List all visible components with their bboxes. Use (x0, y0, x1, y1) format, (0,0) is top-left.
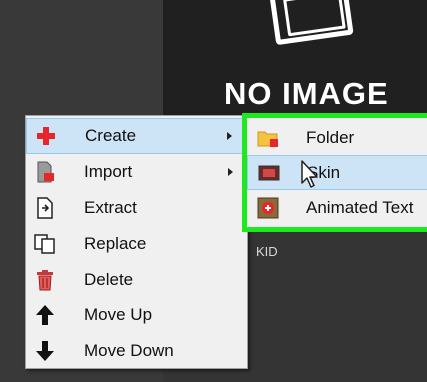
submenu-item-label: Animated Text (306, 197, 414, 217)
submenu-item-animated-text[interactable]: Animated Text (247, 190, 427, 225)
import-icon (33, 160, 57, 184)
animated-text-icon (256, 196, 280, 220)
arrow-up-icon (33, 303, 57, 327)
folder-icon (256, 126, 280, 150)
skin-icon (257, 161, 281, 185)
submenu-arrow-icon (227, 131, 232, 140)
context-menu: Create Import Extract Replace Delete Mov… (25, 115, 248, 369)
menu-item-label: Replace (84, 233, 147, 253)
menu-item-extract[interactable]: Extract (26, 190, 247, 226)
menu-item-label: Import (84, 161, 133, 181)
menu-item-label: Create (85, 125, 137, 145)
menu-item-label: Move Up (84, 305, 153, 325)
plus-icon (34, 124, 58, 148)
menu-item-delete[interactable]: Delete (26, 262, 247, 298)
menu-item-label: Extract (84, 197, 137, 217)
menu-item-replace[interactable]: Replace (26, 226, 247, 262)
menu-item-move-up[interactable]: Move Up (26, 297, 247, 333)
menu-item-label: Delete (84, 269, 134, 289)
extract-icon (33, 196, 57, 220)
submenu-item-skin[interactable]: Skin (247, 155, 427, 190)
app-stage: NO IMAGE KID Create Import Extract Repla… (0, 0, 427, 382)
replace-icon (33, 232, 57, 256)
submenu-item-label: Folder (306, 127, 355, 147)
menu-item-label: Move Down (84, 341, 174, 361)
arrow-down-icon (33, 339, 57, 363)
submenu-item-folder[interactable]: Folder (247, 120, 427, 155)
no-image-label: NO IMAGE (224, 76, 389, 111)
trash-icon (33, 268, 57, 292)
create-submenu: Folder Skin Animated Text (247, 118, 427, 227)
preview-secondary-label: KID (256, 244, 278, 259)
menu-item-import[interactable]: Import (26, 154, 247, 190)
submenu-arrow-icon (228, 167, 233, 176)
menu-item-create[interactable]: Create (26, 118, 247, 154)
mouse-cursor-icon (301, 160, 318, 188)
menu-item-move-down[interactable]: Move Down (26, 333, 247, 369)
